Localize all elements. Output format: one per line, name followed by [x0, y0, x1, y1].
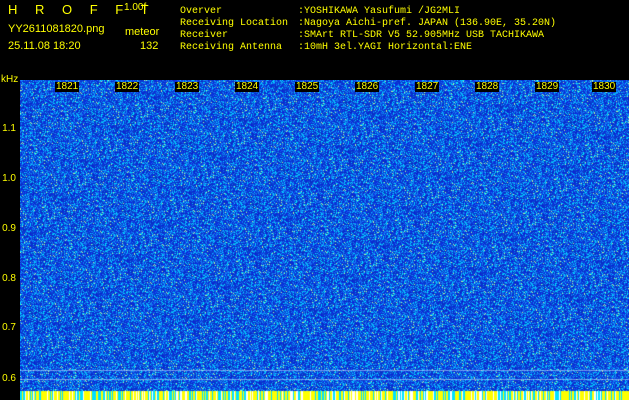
- x-tick-label: 1824: [235, 81, 260, 92]
- hrofft-window: H R O F F T 1.00f YY2611081820.png meteo…: [0, 0, 629, 400]
- info-label-antenna: Receiving Antenna: [180, 42, 283, 53]
- x-tick-label: 1822: [115, 81, 140, 92]
- y-tick-label: 0.6: [2, 373, 16, 384]
- x-tick-label: 1828: [475, 81, 500, 92]
- x-tick-label: 1821: [55, 81, 80, 92]
- echo-count: 132: [140, 40, 159, 52]
- info-value-receiver: :SMArt RTL-SDR V5 52.905MHz USB TACHIKAW…: [298, 30, 545, 41]
- y-tick-label: 0.7: [2, 322, 16, 333]
- mode-label: meteor: [125, 26, 160, 38]
- info-value-location: :Nagoya Aichi-pref. JAPAN (136.90E, 35.2…: [298, 18, 557, 29]
- x-tick-label: 1826: [355, 81, 380, 92]
- capture-datetime: 25.11.08 18:20: [8, 40, 81, 52]
- x-tick-label: 1823: [175, 81, 200, 92]
- y-tick-label: 1.1: [2, 123, 16, 134]
- info-label-observer: Overver: [180, 6, 223, 17]
- y-tick-label: 0.9: [2, 223, 16, 234]
- image-filename: YY2611081820.png: [8, 23, 105, 35]
- y-tick-label: 1.0: [2, 173, 16, 184]
- info-value-antenna: :10mH 3el.YAGI Horizontal:ENE: [298, 42, 473, 53]
- x-tick-label: 1827: [415, 81, 440, 92]
- y-axis-unit: kHz: [1, 74, 19, 85]
- info-label-location: Receiving Location: [180, 18, 289, 29]
- x-tick-label: 1825: [295, 81, 320, 92]
- app-version: 1.00f: [124, 2, 147, 13]
- spectrogram-display: [20, 80, 629, 400]
- x-tick-label: 1830: [592, 81, 617, 92]
- info-value-observer: :YOSHIKAWA Yasufumi /JG2MLI: [298, 6, 461, 17]
- y-tick-label: 0.8: [2, 273, 16, 284]
- x-tick-label: 1829: [535, 81, 560, 92]
- info-label-receiver: Receiver: [180, 30, 229, 41]
